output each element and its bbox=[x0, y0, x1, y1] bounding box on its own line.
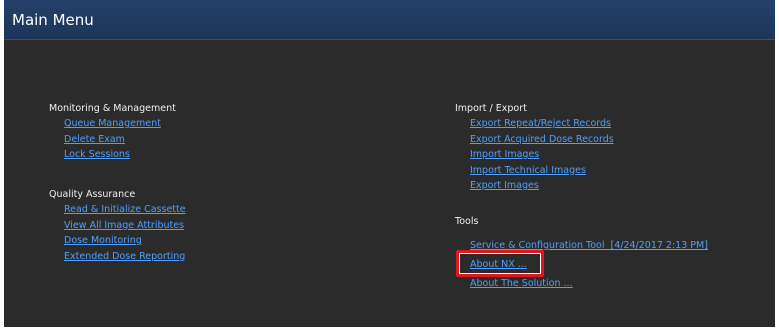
export-images-link[interactable]: Export Images bbox=[455, 178, 614, 194]
import-technical-images-link[interactable]: Import Technical Images bbox=[455, 163, 614, 179]
service-configuration-tool-link[interactable]: Service & Configuration Tool [4/24/2017 … bbox=[455, 238, 708, 254]
extended-dose-reporting-link[interactable]: Extended Dose Reporting bbox=[49, 249, 186, 265]
window-title: Main Menu bbox=[12, 10, 94, 29]
quality-assurance-title: Quality Assurance bbox=[49, 189, 136, 200]
about-nx-link[interactable]: About NX ... bbox=[455, 257, 708, 273]
delete-exam-link[interactable]: Delete Exam bbox=[49, 132, 176, 148]
frame-right-edge bbox=[775, 0, 779, 331]
view-all-image-attributes-link[interactable]: View All Image Attributes bbox=[49, 218, 186, 234]
read-initialize-cassette-link[interactable]: Read & Initialize Cassette bbox=[49, 202, 186, 218]
tools-spacer bbox=[455, 229, 708, 238]
tools-section: Tools Service & Configuration Tool [4/24… bbox=[455, 215, 708, 292]
quality-assurance-section: Quality Assurance Read & Initialize Cass… bbox=[49, 188, 186, 264]
lock-sessions-link[interactable]: Lock Sessions bbox=[49, 147, 176, 163]
frame-left-edge bbox=[0, 0, 4, 331]
monitoring-management-section: Monitoring & Management Queue Management… bbox=[49, 102, 176, 163]
import-export-section: Import / Export Export Repeat/Reject Rec… bbox=[455, 102, 614, 194]
title-bar: Main Menu bbox=[4, 0, 775, 40]
dose-monitoring-link[interactable]: Dose Monitoring bbox=[49, 233, 186, 249]
export-repeat-reject-records-link[interactable]: Export Repeat/Reject Records bbox=[455, 116, 614, 132]
about-the-solution-link[interactable]: About The Solution ... bbox=[455, 276, 708, 292]
main-menu-window: Main Menu Monitoring & Management Queue … bbox=[0, 0, 779, 331]
tools-title: Tools bbox=[455, 216, 479, 227]
monitoring-management-title: Monitoring & Management bbox=[49, 103, 176, 114]
queue-management-link[interactable]: Queue Management bbox=[49, 116, 176, 132]
import-export-title: Import / Export bbox=[455, 103, 527, 114]
frame-bottom-edge bbox=[0, 327, 779, 331]
import-images-link[interactable]: Import Images bbox=[455, 147, 614, 163]
main-menu-content: Monitoring & Management Queue Management… bbox=[4, 40, 775, 327]
export-acquired-dose-records-link[interactable]: Export Acquired Dose Records bbox=[455, 132, 614, 148]
